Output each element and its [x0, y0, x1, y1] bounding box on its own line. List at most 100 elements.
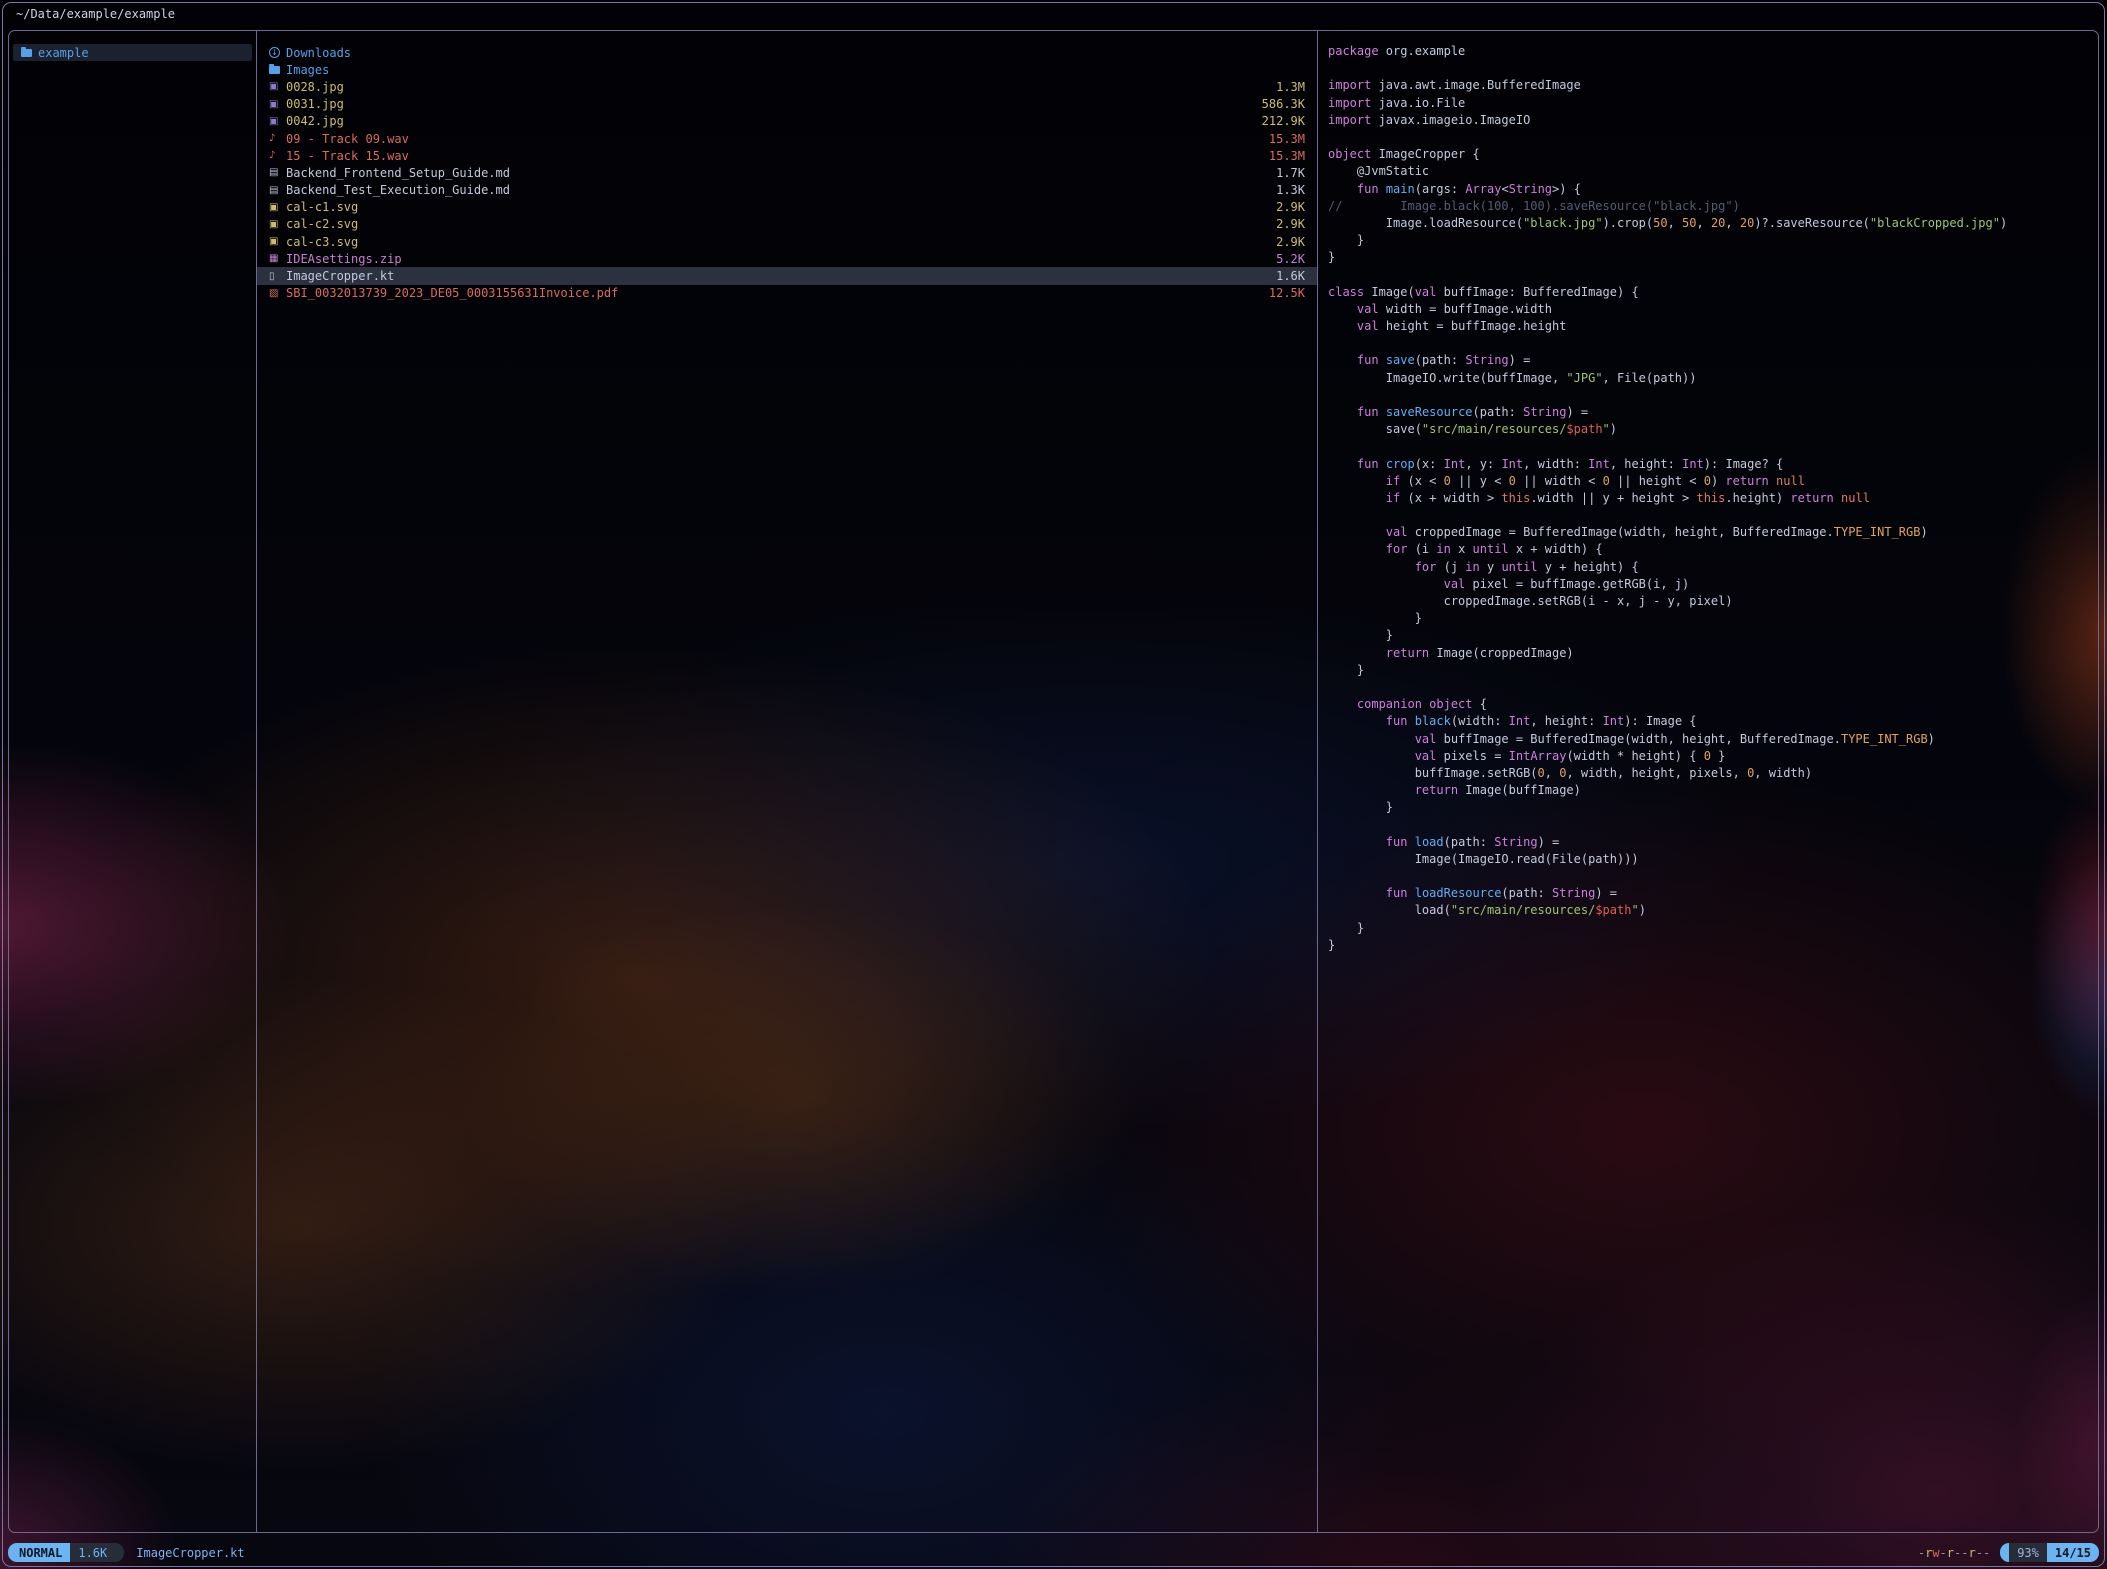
code-line: import java.io.File	[1328, 96, 2098, 113]
code-line: }	[1328, 663, 2098, 680]
image-icon: ▣	[269, 236, 286, 247]
file-row[interactable]: ▯ImageCropper.kt1.6K	[257, 267, 1317, 284]
code-line: load("src/main/resources/$path")	[1328, 903, 2098, 920]
parent-dir-label: example	[38, 46, 244, 60]
terminal-window: ~/Data/example/example example ↓Download…	[0, 0, 2107, 1569]
parent-pane-rows: example	[9, 31, 256, 61]
file-row[interactable]: ▨SBI_0032013739_2023_DE05_0003155631Invo…	[257, 285, 1317, 302]
file-size: 2.9K	[1276, 200, 1305, 214]
code-line: object ImageCropper {	[1328, 147, 2098, 164]
code-line: }	[1328, 938, 2098, 955]
file-row[interactable]: ▣0031.jpg586.3K	[257, 96, 1317, 113]
code-line: fun load(path: String) =	[1328, 835, 2098, 852]
code-icon: ▯	[269, 271, 286, 282]
file-name: cal-c1.svg	[286, 200, 1276, 214]
file-name: cal-c2.svg	[286, 217, 1276, 231]
file-size: 586.3K	[1262, 97, 1305, 111]
file-name: 09 - Track 09.wav	[286, 132, 1269, 146]
code-line: for (i in x until x + width) {	[1328, 542, 2098, 559]
code-line: }	[1328, 611, 2098, 628]
code-line	[1328, 130, 2098, 147]
scroll-percent: 93%	[2009, 1543, 2047, 1562]
code-line: if (x < 0 || y < 0 || width < 0 || heigh…	[1328, 474, 2098, 491]
image-icon: ▣	[269, 116, 286, 127]
file-size: 1.3M	[1276, 80, 1305, 94]
cursor-position: 14/15	[2047, 1543, 2099, 1562]
file-row[interactable]: ▣cal-c1.svg2.9K	[257, 199, 1317, 216]
file-row[interactable]: ↓Downloads	[257, 44, 1317, 61]
file-row[interactable]: ▦IDEAsettings.zip5.2K	[257, 250, 1317, 267]
image-icon: ▣	[269, 202, 286, 213]
code-line: ImageIO.write(buffImage, "JPG", File(pat…	[1328, 371, 2098, 388]
code-line: fun black(width: Int, height: Int): Imag…	[1328, 714, 2098, 731]
file-name: 15 - Track 15.wav	[286, 149, 1269, 163]
file-name: Backend_Frontend_Setup_Guide.md	[286, 166, 1276, 180]
file-permissions: -rw-r--r--	[1918, 1546, 1990, 1560]
status-right-group: -rw-r--r-- 93% 14/15	[1918, 1543, 2099, 1562]
file-row[interactable]: ▣cal-c2.svg2.9K	[257, 216, 1317, 233]
file-row[interactable]: ▤Backend_Test_Execution_Guide.md1.3K	[257, 182, 1317, 199]
status-bar: NORMAL 1.6K ImageCropper.kt -rw-r--r-- 9…	[8, 1543, 2099, 1562]
code-line: val pixels = IntArray(width * height) { …	[1328, 749, 2098, 766]
file-size: 212.9K	[1262, 114, 1305, 128]
code-line	[1328, 817, 2098, 834]
file-row[interactable]: ▣0028.jpg1.3M	[257, 78, 1317, 95]
code-line: import javax.imageio.ImageIO	[1328, 113, 2098, 130]
file-size: 15.3M	[1269, 149, 1305, 163]
file-size: 15.3M	[1269, 132, 1305, 146]
code-line	[1328, 439, 2098, 456]
code-line	[1328, 388, 2098, 405]
code-line: Image.loadResource("black.jpg").crop(50,…	[1328, 216, 2098, 233]
status-filename: ImageCropper.kt	[136, 1546, 244, 1560]
code-line	[1328, 267, 2098, 284]
code-line: for (j in y until y + height) {	[1328, 560, 2098, 577]
file-size: 5.2K	[1276, 252, 1305, 266]
file-name: IDEAsettings.zip	[286, 252, 1276, 266]
code-line: }	[1328, 250, 2098, 267]
file-name: Downloads	[286, 46, 1305, 60]
file-row[interactable]: Images	[257, 61, 1317, 78]
code-line: fun crop(x: Int, y: Int, width: Int, hei…	[1328, 457, 2098, 474]
audio-icon: ♪	[269, 133, 286, 144]
file-size: 12.5K	[1269, 286, 1305, 300]
parent-dir-item[interactable]: example	[13, 44, 252, 61]
markdown-icon: ▤	[269, 167, 286, 178]
preview-pane: package org.example import java.awt.imag…	[1317, 31, 2098, 1532]
code-line: val buffImage = BufferedImage(width, hei…	[1328, 732, 2098, 749]
file-name: ImageCropper.kt	[286, 269, 1276, 283]
image-icon: ▣	[269, 81, 286, 92]
file-row[interactable]: ▣0042.jpg212.9K	[257, 113, 1317, 130]
code-line: @JvmStatic	[1328, 164, 2098, 181]
file-row[interactable]: ▣cal-c3.svg2.9K	[257, 233, 1317, 250]
file-size: 2.9K	[1276, 235, 1305, 249]
file-name: 0031.jpg	[286, 97, 1262, 111]
code-line: fun saveResource(path: String) =	[1328, 405, 2098, 422]
code-line: return Image(croppedImage)	[1328, 646, 2098, 663]
file-row[interactable]: ♪15 - Track 15.wav15.3M	[257, 147, 1317, 164]
code-preview: package org.example import java.awt.imag…	[1318, 31, 2098, 955]
pill-left-cap	[8, 1543, 17, 1562]
file-name: Images	[286, 63, 1305, 77]
folder-icon	[269, 66, 286, 74]
code-line	[1328, 336, 2098, 353]
file-size: 1.6K	[1276, 269, 1305, 283]
audio-icon: ♪	[269, 150, 286, 161]
code-line: }	[1328, 800, 2098, 817]
pill-right-cap	[115, 1543, 124, 1562]
file-name: cal-c3.svg	[286, 235, 1276, 249]
folder-icon	[21, 49, 38, 57]
code-line: Image(ImageIO.read(File(path)))	[1328, 852, 2098, 869]
file-row[interactable]: ♪09 - Track 09.wav15.3M	[257, 130, 1317, 147]
code-line: val pixel = buffImage.getRGB(i, j)	[1328, 577, 2098, 594]
archive-icon: ▦	[269, 253, 286, 264]
code-line: companion object {	[1328, 697, 2098, 714]
breadcrumb: ~/Data/example/example	[16, 7, 175, 21]
code-line: save("src/main/resources/$path")	[1328, 422, 2098, 439]
code-line: val croppedImage = BufferedImage(width, …	[1328, 525, 2098, 542]
code-line: val height = buffImage.height	[1328, 319, 2098, 336]
code-line: buffImage.setRGB(0, 0, width, height, pi…	[1328, 766, 2098, 783]
yazi-panes: example ↓DownloadsImages▣0028.jpg1.3M▣00…	[8, 30, 2099, 1533]
code-line: val width = buffImage.width	[1328, 302, 2098, 319]
code-line	[1328, 508, 2098, 525]
file-row[interactable]: ▤Backend_Frontend_Setup_Guide.md1.7K	[257, 164, 1317, 181]
